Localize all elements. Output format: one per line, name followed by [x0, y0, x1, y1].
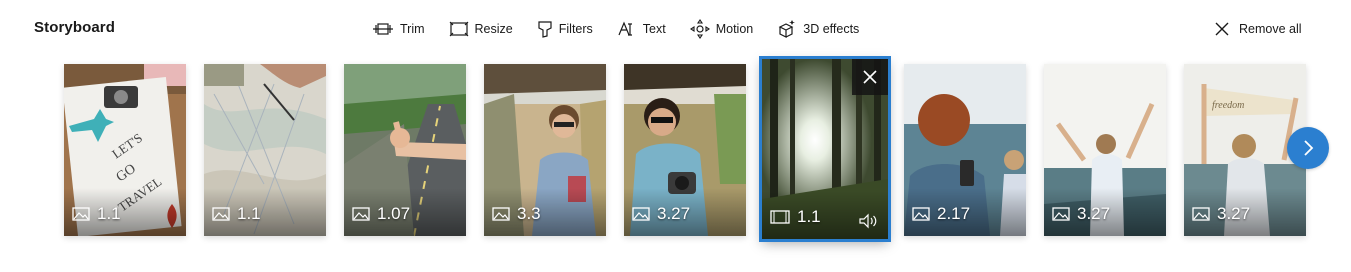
image-icon [1052, 207, 1070, 221]
volume-icon[interactable] [858, 213, 878, 229]
clip-card[interactable]: LET'S GO TRAVEL 1.1 [64, 64, 186, 236]
text-label: Text [642, 22, 666, 36]
chevron-right-icon [1304, 140, 1314, 156]
clip-card[interactable]: 1.1 [204, 64, 326, 236]
clip-meta: 3.27 [1192, 204, 1250, 224]
clip-card-selected[interactable]: 1.1 [759, 56, 891, 242]
clip-meta: 3.27 [632, 204, 690, 224]
clip-strip: LET'S GO TRAVEL 1.1 [64, 56, 1312, 242]
clip-meta: 1.1 [212, 204, 261, 224]
image-icon [1192, 207, 1210, 221]
clip-duration: 2.17 [937, 204, 971, 223]
3d-effects-icon [778, 20, 796, 38]
remove-all-button[interactable]: Remove all [1214, 17, 1302, 41]
storyboard-panel: Storyboard Trim Resize Filters Text Moti… [0, 0, 1351, 272]
clip-duration: 3.3 [517, 204, 541, 223]
image-icon [352, 207, 370, 221]
clip-meta: 3.27 [1052, 204, 1110, 224]
trim-button[interactable]: Trim [372, 17, 425, 41]
resize-button[interactable]: Resize [449, 17, 513, 41]
scroll-next-button[interactable] [1287, 127, 1329, 169]
motion-label: Motion [715, 22, 754, 36]
trim-label: Trim [400, 22, 425, 36]
remove-clip-button[interactable] [852, 59, 888, 95]
image-icon [212, 207, 230, 221]
clip-duration: 3.27 [657, 204, 691, 223]
clip-meta: 2.17 [912, 204, 970, 224]
clip-duration: 3.27 [1217, 204, 1251, 223]
clip-meta: 1.1 [770, 207, 821, 227]
close-icon [1215, 22, 1229, 36]
trim-icon [373, 23, 393, 35]
clip-card[interactable]: 3.3 [484, 64, 606, 236]
clip-meta: 1.1 [72, 204, 121, 224]
image-icon [912, 207, 930, 221]
image-icon [492, 207, 510, 221]
video-icon [770, 210, 790, 224]
clip-duration: 1.1 [797, 207, 821, 226]
clip-card[interactable]: 3.27 [624, 64, 746, 236]
storyboard-title: Storyboard [34, 19, 116, 36]
clip-card[interactable]: 2.17 [904, 64, 1026, 236]
text-icon [618, 21, 632, 36]
filters-label: Filters [558, 22, 593, 36]
motion-icon [689, 19, 710, 39]
clip-card[interactable]: 3.27 [1044, 64, 1166, 236]
clip-duration: 1.1 [97, 204, 121, 223]
svg-text:freedom: freedom [1212, 100, 1244, 111]
storyboard-toolbar: Trim Resize Filters Text Motion 3D effec… [372, 17, 883, 41]
image-icon [72, 207, 90, 221]
text-button[interactable]: Text [617, 17, 666, 41]
filters-icon [538, 21, 552, 38]
remove-all-label: Remove all [1239, 22, 1302, 36]
clip-meta: 1.07 [352, 204, 410, 224]
clip-duration: 3.27 [1077, 204, 1111, 223]
filters-button[interactable]: Filters [537, 17, 593, 41]
3d-effects-button[interactable]: 3D effects [777, 17, 859, 41]
close-icon [863, 70, 877, 84]
clip-duration: 1.07 [377, 204, 411, 223]
clip-meta: 3.3 [492, 204, 541, 224]
clip-duration: 1.1 [237, 204, 261, 223]
3d-effects-label: 3D effects [803, 22, 860, 36]
motion-button[interactable]: Motion [689, 17, 754, 41]
resize-icon [449, 21, 468, 37]
clip-card[interactable]: 1.07 [344, 64, 466, 236]
resize-label: Resize [474, 22, 513, 36]
image-icon [632, 207, 650, 221]
